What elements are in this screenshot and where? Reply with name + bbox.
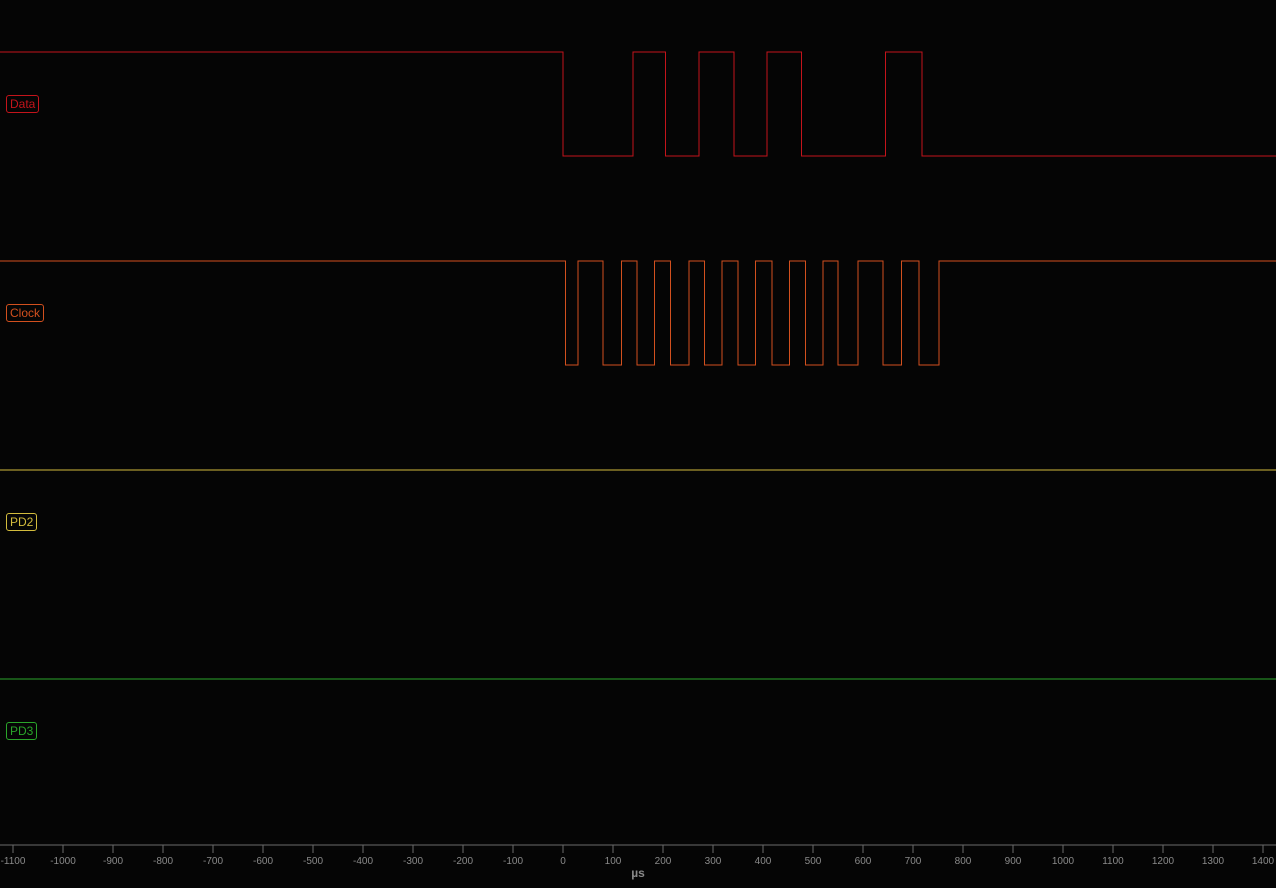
waveform-canvas[interactable]: -1100 -1000 -900 -800 -700 -600 -500 -400 -300 -2… — [0, 0, 1276, 888]
channel-label-clock[interactable]: Clock — [6, 304, 45, 322]
channel-label-data[interactable]: Data — [6, 95, 40, 113]
channel-label-pd2[interactable]: PD2 — [6, 513, 38, 531]
waveform-data — [0, 51, 1276, 157]
logic-analyzer-view[interactable]: -1100 -1000 -900 -800 -700 -600 -500 -400 -300 -2… — [0, 0, 1276, 888]
time-axis-unit: µs — [631, 866, 645, 880]
waveform-clock — [0, 260, 1276, 366]
channel-label-pd3[interactable]: PD3 — [6, 722, 38, 740]
